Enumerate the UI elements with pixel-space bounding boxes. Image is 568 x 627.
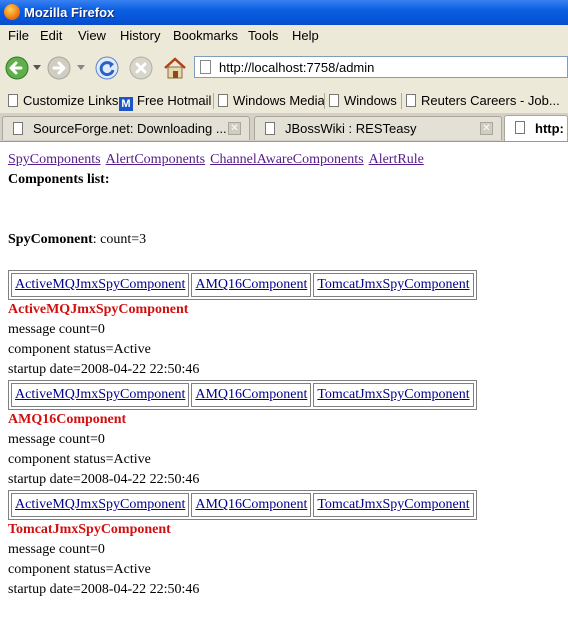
tab-sourceforge[interactable]: SourceForge.net: Downloading ... ✕ (2, 116, 250, 140)
component-nav: SpyComponents AlertComponents ChannelAware… (8, 152, 429, 168)
message-count: message count=0 (8, 432, 105, 447)
tab-label: JBossWiki : RESTeasy (285, 121, 417, 136)
tab-active-admin[interactable]: http: (504, 115, 568, 141)
page-icon (265, 122, 275, 135)
reload-icon[interactable] (94, 55, 120, 81)
page-content: SpyComponents AlertComponents ChannelAware… (0, 142, 568, 627)
menu-view[interactable]: View (78, 28, 106, 43)
window-titlebar: Mozilla Firefox (0, 0, 568, 25)
menu-tools[interactable]: Tools (248, 28, 278, 43)
link-tomcat-component[interactable]: TomcatJmxSpyComponent (317, 277, 469, 292)
tab-jbosswiki[interactable]: JBossWiki : RESTeasy ✕ (254, 116, 502, 140)
msn-icon: M (119, 97, 133, 111)
table-cell: ActiveMQJmxSpyComponent (11, 383, 190, 407)
page-icon (13, 122, 23, 135)
component-links-table: ActiveMQJmxSpyComponent AMQ16Component T… (8, 270, 477, 300)
bookmark-label: Customize Links (23, 93, 119, 108)
component-name: ActiveMQJmxSpyComponent (8, 302, 189, 317)
link-alert-rule[interactable]: AlertRule (369, 152, 424, 167)
link-spy-components[interactable]: SpyComponents (8, 152, 101, 167)
tab-label: SourceForge.net: Downloading ... (33, 121, 227, 136)
component-links-table: ActiveMQJmxSpyComponent AMQ16Component T… (8, 380, 477, 410)
link-amq16-component[interactable]: AMQ16Component (195, 387, 307, 402)
link-alert-components[interactable]: AlertComponents (106, 152, 206, 167)
link-tomcat-component[interactable]: TomcatJmxSpyComponent (317, 497, 469, 512)
menu-bar: File Edit View History Bookmarks Tools H… (0, 25, 568, 48)
forward-dropdown-icon[interactable] (77, 65, 85, 71)
component-status: component status=Active (8, 562, 151, 577)
home-icon[interactable] (162, 55, 188, 81)
component-links-table: ActiveMQJmxSpyComponent AMQ16Component T… (8, 490, 477, 520)
address-bar[interactable]: http://localhost:7758/admin (194, 56, 568, 78)
table-cell: AMQ16Component (191, 493, 312, 517)
bookmark-free-hotmail[interactable]: M Free Hotmail (119, 93, 211, 111)
startup-date: startup date=2008-04-22 22:50:46 (8, 582, 200, 597)
menu-bookmarks[interactable]: Bookmarks (173, 28, 238, 43)
page-icon (200, 60, 211, 74)
bookmark-windows-media[interactable]: Windows Media (218, 93, 325, 108)
bookmark-windows[interactable]: Windows (329, 93, 397, 108)
page-icon (218, 94, 228, 107)
divider (401, 93, 402, 109)
startup-date: startup date=2008-04-22 22:50:46 (8, 362, 200, 377)
address-url[interactable]: http://localhost:7758/admin (219, 60, 374, 75)
table-cell: TomcatJmxSpyComponent (313, 273, 474, 297)
divider (213, 93, 214, 109)
link-activemq-component[interactable]: ActiveMQJmxSpyComponent (15, 277, 185, 292)
menu-edit[interactable]: Edit (40, 28, 62, 43)
spy-count: : count=3 (92, 232, 147, 247)
component-name: TomcatJmxSpyComponent (8, 522, 171, 537)
divider (324, 93, 325, 109)
link-tomcat-component[interactable]: TomcatJmxSpyComponent (317, 387, 469, 402)
window-title: Mozilla Firefox (24, 5, 115, 20)
menu-help[interactable]: Help (292, 28, 319, 43)
back-dropdown-icon[interactable] (33, 65, 41, 71)
back-arrow-icon[interactable] (4, 55, 30, 81)
firefox-icon (4, 4, 20, 20)
table-cell: AMQ16Component (191, 383, 312, 407)
component-status: component status=Active (8, 342, 151, 357)
page-icon (406, 94, 416, 107)
bookmarks-toolbar: Customize Links M Free Hotmail Windows Me… (0, 89, 568, 114)
link-activemq-component[interactable]: ActiveMQJmxSpyComponent (15, 387, 185, 402)
link-amq16-component[interactable]: AMQ16Component (195, 277, 307, 292)
table-cell: TomcatJmxSpyComponent (313, 493, 474, 517)
table-cell: ActiveMQJmxSpyComponent (11, 273, 190, 297)
page-icon (8, 94, 18, 107)
table-cell: AMQ16Component (191, 273, 312, 297)
spy-label: SpyComonent (8, 232, 93, 247)
bookmark-label: Windows Media (233, 93, 325, 108)
close-icon[interactable]: ✕ (228, 122, 241, 135)
components-list-heading: Components list: (8, 172, 110, 187)
bookmark-label: Windows (344, 93, 397, 108)
close-icon[interactable]: ✕ (480, 122, 493, 135)
page-icon (515, 121, 525, 134)
stop-icon[interactable] (128, 55, 154, 81)
startup-date: startup date=2008-04-22 22:50:46 (8, 472, 200, 487)
page-icon (329, 94, 339, 107)
spy-count-line: SpyComonent: count=3 (8, 232, 146, 248)
link-amq16-component[interactable]: AMQ16Component (195, 497, 307, 512)
menu-history[interactable]: History (120, 28, 160, 43)
bookmark-label: Reuters Careers - Job... (421, 93, 560, 108)
link-channel-aware-components[interactable]: ChannelAwareComponents (210, 152, 363, 167)
component-name: AMQ16Component (8, 412, 127, 427)
bookmark-customize-links[interactable]: Customize Links (8, 93, 118, 108)
link-activemq-component[interactable]: ActiveMQJmxSpyComponent (15, 497, 185, 512)
message-count: message count=0 (8, 542, 105, 557)
forward-arrow-icon[interactable] (46, 55, 72, 81)
component-status: component status=Active (8, 452, 151, 467)
bookmark-reuters-careers[interactable]: Reuters Careers - Job... (406, 93, 560, 108)
menu-file[interactable]: File (8, 28, 29, 43)
bookmark-label: Free Hotmail (137, 93, 212, 108)
message-count: message count=0 (8, 322, 105, 337)
tab-bar: SourceForge.net: Downloading ... ✕ JBoss… (0, 113, 568, 142)
table-cell: ActiveMQJmxSpyComponent (11, 493, 190, 517)
tab-label: http: (535, 121, 564, 136)
table-cell: TomcatJmxSpyComponent (313, 383, 474, 407)
